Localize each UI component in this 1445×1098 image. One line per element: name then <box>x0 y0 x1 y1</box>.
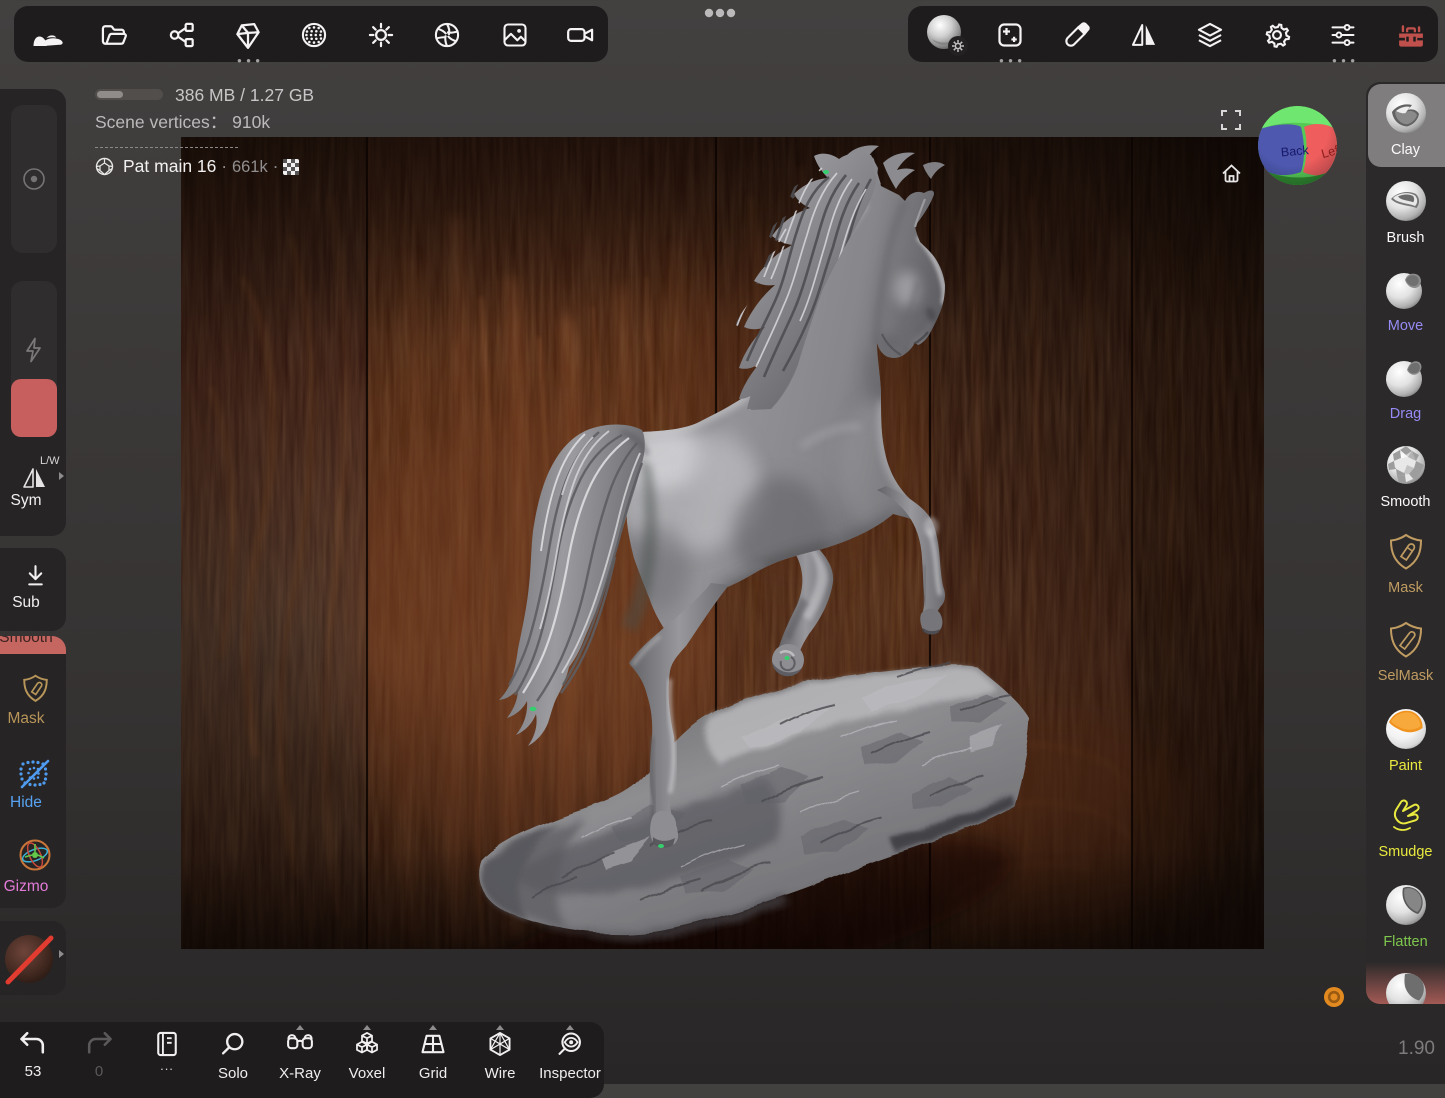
svg-text:Back: Back <box>1280 143 1310 159</box>
